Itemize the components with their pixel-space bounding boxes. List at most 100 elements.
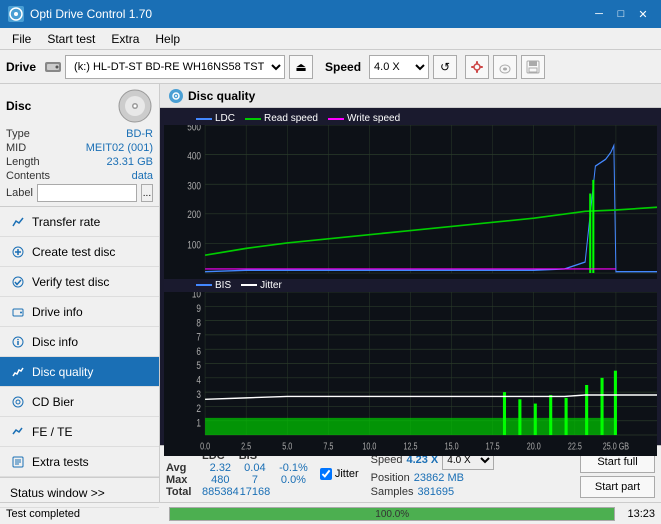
menu-help[interactable]: Help	[147, 28, 188, 49]
svg-text:1: 1	[196, 417, 201, 430]
mid-value: MEIT02 (001)	[86, 142, 153, 154]
status-time: 13:23	[627, 508, 655, 520]
menu-start-test[interactable]: Start test	[39, 28, 103, 49]
sidebar: Disc Type BD-R MID MEIT02 (001) Length 2…	[0, 84, 160, 502]
svg-text:17.5: 17.5	[486, 440, 500, 451]
total-bis: 17168	[239, 486, 271, 498]
nav-label-disc-info: Disc info	[32, 335, 78, 349]
sidebar-item-disc-info[interactable]: Disc info	[0, 327, 159, 357]
sidebar-item-disc-quality[interactable]: Disc quality	[0, 357, 159, 387]
refresh-button[interactable]: ↺	[433, 55, 457, 79]
position-value: 23862 MB	[414, 472, 464, 484]
speed-position-section: Speed 4.23 X 4.0 X Position 23862 MB Sam…	[371, 450, 495, 498]
total-label: Total	[166, 486, 202, 498]
eject-button[interactable]: ⏏	[289, 55, 313, 79]
label-input[interactable]	[37, 184, 137, 202]
drive-select[interactable]: (k:) HL-DT-ST BD-RE WH16NS58 TST4	[65, 55, 285, 79]
nav-label-transfer-rate: Transfer rate	[32, 215, 100, 229]
bis-chart-svg: 10 9 8 7 6 5 4 3 2 1 10% 8% 6% 4% 2%	[164, 292, 657, 457]
ldc-chart-svg: 500 400 300 200 100 18X 16X 14X 12X 10X …	[164, 125, 657, 290]
titlebar: Opti Drive Control 1.70 ─ □ ✕	[0, 0, 661, 28]
nav-label-disc-quality: Disc quality	[32, 365, 93, 379]
toolbar: Drive (k:) HL-DT-ST BD-RE WH16NS58 TST4 …	[0, 50, 661, 84]
svg-text:9: 9	[196, 302, 201, 315]
cd-bier-icon	[10, 394, 26, 410]
main-area: Disc Type BD-R MID MEIT02 (001) Length 2…	[0, 84, 661, 502]
save-button[interactable]	[521, 55, 545, 79]
write-speed-legend: Write speed	[328, 113, 400, 124]
svg-text:10: 10	[192, 292, 202, 301]
sidebar-item-cd-bier[interactable]: CD Bier	[0, 387, 159, 417]
jitter-checkbox[interactable]	[320, 468, 332, 480]
svg-text:0.0: 0.0	[200, 440, 210, 451]
extra-tests-icon	[10, 454, 26, 470]
window-controls: ─ □ ✕	[589, 5, 653, 23]
jitter-section: Jitter	[320, 468, 359, 480]
progress-text: 100.0%	[170, 508, 614, 522]
settings-button[interactable]	[465, 55, 489, 79]
nav-label-drive-info: Drive info	[32, 305, 83, 319]
transfer-rate-icon	[10, 214, 26, 230]
samples-label: Samples	[371, 486, 414, 498]
svg-text:2: 2	[196, 402, 201, 415]
svg-text:22.5: 22.5	[568, 440, 582, 451]
fe-te-icon	[10, 424, 26, 440]
nav-list: Transfer rate Create test disc Verify te…	[0, 207, 159, 477]
chart-header-icon	[168, 88, 184, 104]
max-bis: 7	[239, 474, 271, 486]
status-window-button[interactable]: Status window >>	[0, 478, 159, 508]
menu-extra[interactable]: Extra	[103, 28, 147, 49]
bis-legend-label: BIS	[215, 280, 231, 291]
disc-section-title: Disc	[6, 99, 31, 113]
sidebar-item-fe-te[interactable]: FE / TE	[0, 417, 159, 447]
speed-select[interactable]: 4.0 X	[369, 55, 429, 79]
sidebar-item-transfer-rate[interactable]: Transfer rate	[0, 207, 159, 237]
menubar: File Start test Extra Help	[0, 28, 661, 50]
sidebar-item-verify-test-disc[interactable]: Verify test disc	[0, 267, 159, 297]
svg-text:3: 3	[196, 388, 201, 401]
disc-quality-icon	[10, 364, 26, 380]
disc-info-icon	[10, 334, 26, 350]
sidebar-item-extra-tests[interactable]: Extra tests	[0, 447, 159, 477]
svg-text:25.0 GB: 25.0 GB	[603, 440, 629, 451]
svg-text:6: 6	[196, 345, 201, 358]
avg-jitter: -0.1%	[279, 462, 308, 474]
nav-label-create-test-disc: Create test disc	[32, 245, 115, 259]
max-jitter: 0.0%	[279, 474, 308, 486]
sidebar-item-create-test-disc[interactable]: Create test disc	[0, 237, 159, 267]
label-browse-button[interactable]: ...	[141, 184, 153, 202]
max-label: Max	[166, 474, 202, 486]
drive-label: Drive	[6, 60, 36, 74]
type-value: BD-R	[126, 128, 153, 140]
contents-value: data	[132, 170, 153, 182]
start-buttons: Start full Start part	[580, 451, 655, 498]
maximize-button[interactable]: □	[611, 5, 631, 23]
jitter-legend: Jitter	[241, 280, 282, 291]
svg-text:5: 5	[196, 360, 201, 373]
jitter-legend-label: Jitter	[260, 280, 282, 291]
close-button[interactable]: ✕	[633, 5, 653, 23]
burn-button[interactable]	[493, 55, 517, 79]
contents-label: Contents	[6, 170, 50, 182]
stats-table: LDC BIS Avg 2.32 0.04 -0.1% Max 480 7	[166, 450, 308, 498]
minimize-button[interactable]: ─	[589, 5, 609, 23]
menu-file[interactable]: File	[4, 28, 39, 49]
read-speed-legend: Read speed	[245, 113, 318, 124]
status-window-label: Status window >>	[10, 486, 105, 500]
svg-text:8: 8	[196, 317, 201, 330]
svg-text:12.5: 12.5	[404, 440, 418, 451]
svg-text:4: 4	[196, 374, 201, 387]
length-value: 23.31 GB	[107, 156, 153, 168]
svg-text:2.5: 2.5	[241, 440, 251, 451]
drive-icon	[44, 58, 62, 76]
avg-label: Avg	[166, 462, 202, 474]
content-area: Disc quality LDC Read speed	[160, 84, 661, 502]
svg-text:300: 300	[187, 180, 201, 192]
sidebar-item-drive-info[interactable]: Drive info	[0, 297, 159, 327]
chart-header: Disc quality	[160, 84, 661, 108]
nav-label-extra-tests: Extra tests	[32, 455, 89, 469]
status-text: Test completed	[6, 508, 161, 520]
start-part-button[interactable]: Start part	[580, 476, 655, 498]
jitter-label: Jitter	[335, 468, 359, 480]
app-icon	[8, 6, 24, 22]
